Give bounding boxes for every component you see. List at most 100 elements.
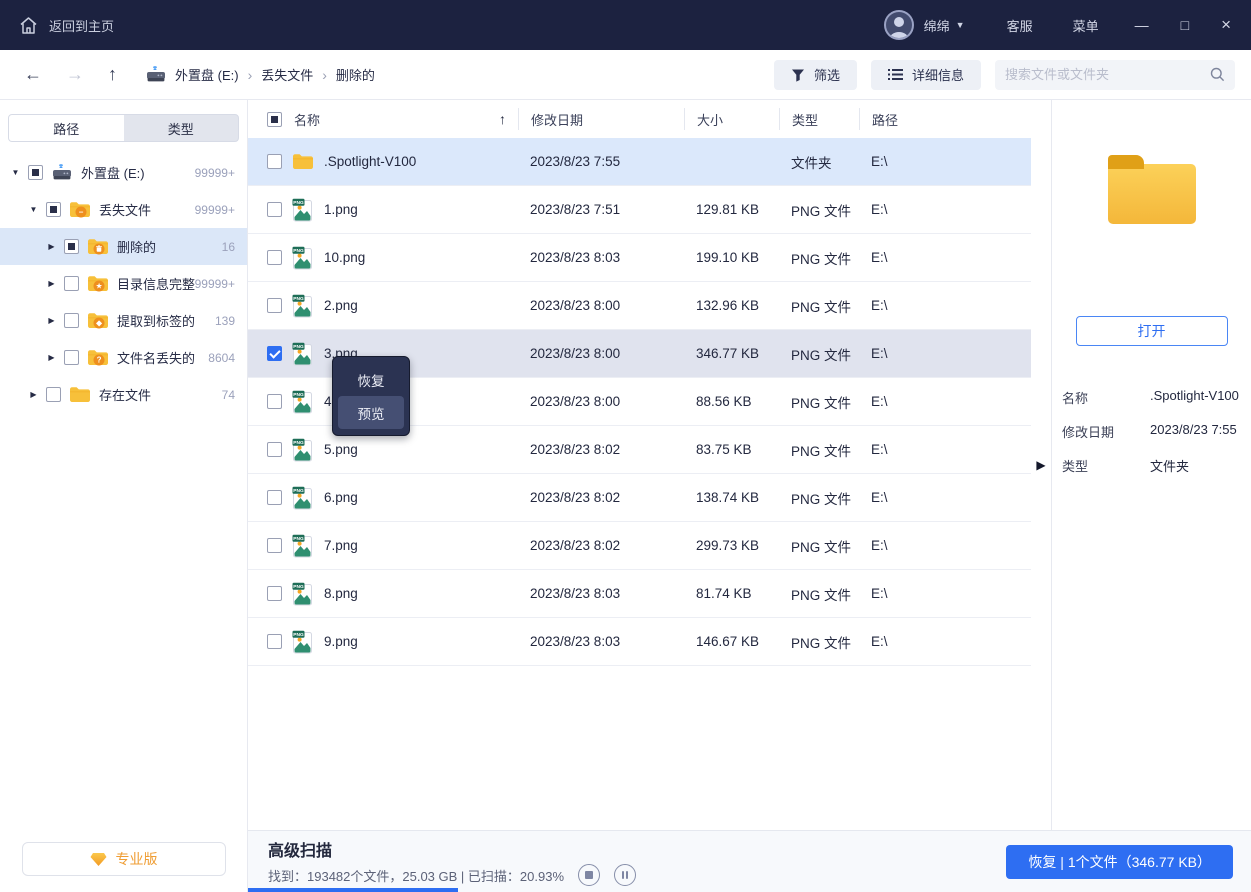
menu-item-preview[interactable]: 预览 — [338, 396, 404, 429]
file-date: 2023/8/23 8:02 — [518, 490, 684, 505]
tree-item-label: 存在文件 — [99, 385, 222, 404]
expand-arrow-icon[interactable]: ▶ — [44, 279, 59, 288]
select-all-checkbox[interactable] — [267, 112, 282, 127]
close-button[interactable]: × — [1205, 0, 1251, 50]
row-checkbox[interactable] — [267, 538, 282, 553]
column-header-path[interactable]: 路径 — [859, 108, 1031, 130]
row-checkbox[interactable] — [267, 202, 282, 217]
expand-arrow-icon[interactable]: ▶ — [44, 353, 59, 362]
table-row[interactable]: PNG 1.png2023/8/23 7:51129.81 KBPNG 文件E:… — [248, 186, 1031, 234]
recover-button[interactable]: 恢复 | 1个文件（346.77 KB） — [1006, 845, 1233, 879]
sidebar-tree-item[interactable]: ▶ 存在文件74 — [0, 376, 247, 413]
menu-link[interactable]: 菜单 — [1053, 16, 1119, 35]
tab-path[interactable]: 路径 — [9, 115, 124, 141]
pause-scan-button[interactable] — [614, 864, 636, 886]
tree-checkbox[interactable] — [28, 165, 43, 180]
filter-button[interactable]: 筛选 — [774, 60, 857, 90]
expand-arrow-icon[interactable]: ▼ — [26, 205, 41, 214]
tab-type[interactable]: 类型 — [124, 115, 239, 141]
table-row[interactable]: PNG 2.png2023/8/23 8:00132.96 KBPNG 文件E:… — [248, 282, 1031, 330]
column-header-name[interactable]: 名称 — [294, 110, 320, 129]
tree-checkbox[interactable] — [64, 276, 79, 291]
menu-item-recover[interactable]: 恢复 — [338, 363, 404, 396]
expand-arrow-icon[interactable]: ▼ — [8, 168, 23, 177]
file-size: 299.73 KB — [684, 538, 779, 553]
tree-checkbox[interactable] — [46, 387, 61, 402]
breadcrumb-separator-icon: › — [248, 67, 253, 83]
expand-arrow-icon[interactable]: ▶ — [44, 316, 59, 325]
nav-back-button[interactable]: ← — [24, 64, 42, 85]
username-label[interactable]: 绵绵 — [924, 16, 950, 35]
png-file-icon: PNG — [292, 534, 313, 558]
user-avatar[interactable] — [884, 10, 914, 40]
tree-checkbox[interactable] — [46, 202, 61, 217]
tree-checkbox[interactable] — [64, 313, 79, 328]
filter-label: 筛选 — [814, 65, 840, 84]
open-button[interactable]: 打开 — [1076, 316, 1228, 346]
search-input[interactable] — [1005, 67, 1210, 82]
sidebar-tree-item[interactable]: ▶ ?文件名丢失的8604 — [0, 339, 247, 376]
row-checkbox[interactable] — [267, 586, 282, 601]
tree-item-label: 提取到标签的 — [117, 311, 215, 330]
collapse-panel-toggle[interactable]: ▶ — [1036, 458, 1045, 472]
svg-text:PNG: PNG — [293, 536, 304, 542]
expand-arrow-icon[interactable]: ▶ — [26, 390, 41, 399]
back-to-home-button[interactable]: 返回到主页 — [0, 0, 130, 50]
table-row[interactable]: PNG 6.png2023/8/23 8:02138.74 KBPNG 文件E:… — [248, 474, 1031, 522]
table-row[interactable]: PNG 7.png2023/8/23 8:02299.73 KBPNG 文件E:… — [248, 522, 1031, 570]
row-checkbox[interactable] — [267, 394, 282, 409]
table-row[interactable]: PNG 10.png2023/8/23 8:03199.10 KBPNG 文件E… — [248, 234, 1031, 282]
table-row[interactable]: PNG 9.png2023/8/23 8:03146.67 KBPNG 文件E:… — [248, 618, 1031, 666]
png-file-icon: PNG — [292, 390, 314, 414]
panel-gutter: ▶ — [1031, 100, 1051, 830]
png-file-icon: PNG — [292, 246, 313, 270]
row-checkbox[interactable] — [267, 250, 282, 265]
breadcrumb-item-drive[interactable]: 外置盘 (E:) — [175, 65, 239, 84]
sidebar-tabs: 路径 类型 — [8, 114, 239, 142]
file-path: E:\ — [859, 490, 1031, 505]
maximize-button[interactable]: □ — [1165, 0, 1205, 50]
table-row[interactable]: .Spotlight-V1002023/8/23 7:55文件夹E:\ — [248, 138, 1031, 186]
user-dropdown-caret-icon[interactable]: ▼ — [956, 20, 965, 30]
column-header-size[interactable]: 大小 — [684, 108, 779, 130]
stop-scan-button[interactable] — [578, 864, 600, 886]
file-name: 10.png — [324, 250, 365, 265]
file-size: 138.74 KB — [684, 490, 779, 505]
row-checkbox[interactable] — [267, 298, 282, 313]
folder-question-icon: ? — [87, 349, 109, 367]
file-size: 199.10 KB — [684, 250, 779, 265]
pro-version-button[interactable]: 专业版 — [22, 842, 226, 876]
search-icon[interactable] — [1210, 67, 1225, 82]
details-button[interactable]: 详细信息 — [871, 60, 981, 90]
table-row[interactable]: PNG 8.png2023/8/23 8:0381.74 KBPNG 文件E:\ — [248, 570, 1031, 618]
folder-trash-icon — [87, 238, 109, 256]
support-link[interactable]: 客服 — [987, 16, 1053, 35]
nav-forward-button[interactable]: → — [66, 64, 84, 85]
nav-up-button[interactable]: ↑ — [108, 64, 117, 85]
row-checkbox[interactable] — [267, 154, 282, 169]
row-checkbox[interactable] — [267, 490, 282, 505]
sort-ascending-icon[interactable]: ↑ — [499, 111, 506, 127]
detail-value-type: 文件夹 — [1150, 456, 1251, 475]
sidebar-tree-item[interactable]: ▶ ◆提取到标签的139 — [0, 302, 247, 339]
row-checkbox[interactable] — [267, 442, 282, 457]
file-size: 132.96 KB — [684, 298, 779, 313]
expand-arrow-icon[interactable]: ▶ — [44, 242, 59, 251]
minimize-button[interactable]: — — [1119, 0, 1165, 50]
column-header-type[interactable]: 类型 — [779, 108, 859, 130]
tree-checkbox[interactable] — [64, 350, 79, 365]
row-checkbox[interactable] — [267, 346, 282, 361]
svg-text:PNG: PNG — [293, 488, 304, 494]
breadcrumb-item-deleted[interactable]: 删除的 — [336, 65, 375, 84]
breadcrumb-item-lost-files[interactable]: 丢失文件 — [261, 65, 313, 84]
home-icon — [18, 15, 39, 36]
row-checkbox[interactable] — [267, 634, 282, 649]
sidebar-tree-item[interactable]: ▼ –丢失文件99999+ — [0, 191, 247, 228]
sidebar-tree-item[interactable]: ▶ 删除的16 — [0, 228, 247, 265]
file-type: PNG 文件 — [779, 392, 859, 412]
column-header-date[interactable]: 修改日期 — [518, 108, 684, 130]
sidebar-tree-item[interactable]: ▶ ★目录信息完整的99999+ — [0, 265, 247, 302]
search-box[interactable] — [995, 60, 1235, 90]
sidebar-tree-item[interactable]: ▼ 外置盘 (E:)99999+ — [0, 154, 247, 191]
tree-checkbox[interactable] — [64, 239, 79, 254]
